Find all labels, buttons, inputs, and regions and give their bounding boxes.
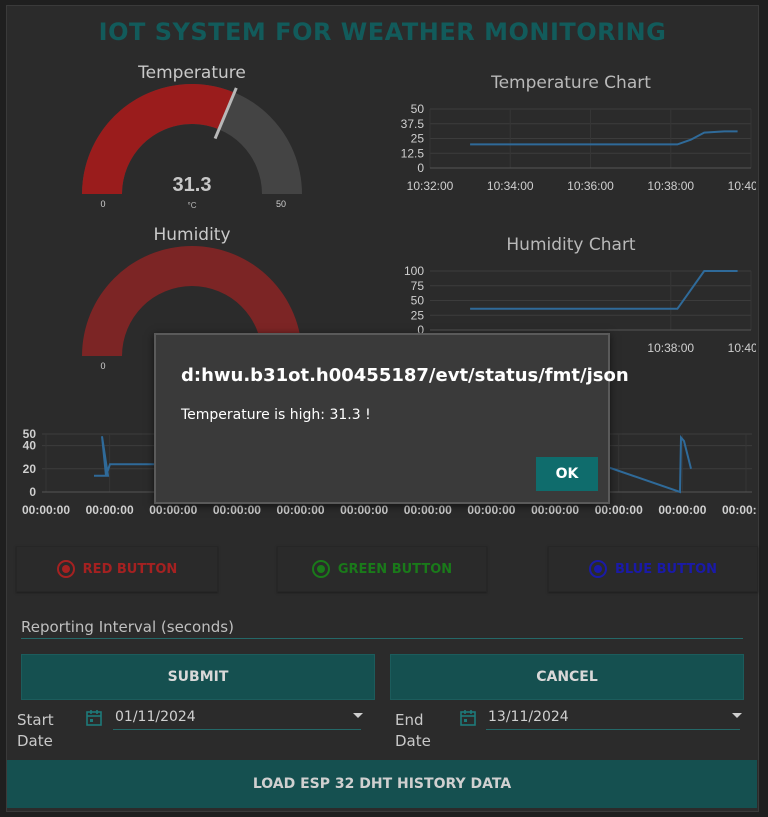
x-tick-label: 00:00:00 — [22, 503, 70, 517]
x-tick-label: 10:34:00 — [487, 179, 534, 193]
chevron-down-icon[interactable] — [731, 712, 743, 720]
cancel-button[interactable]: CANCEL — [390, 654, 744, 700]
x-tick-label: 00:00:00 — [722, 503, 756, 517]
x-tick-label: 00:00:00 — [213, 503, 261, 517]
y-tick-label: 50 — [411, 102, 425, 116]
calendar-icon[interactable] — [459, 709, 477, 727]
x-tick-label: 00:00:00 — [658, 503, 706, 517]
y-tick-label: 0 — [417, 161, 424, 175]
submit-button[interactable]: SUBMIT — [21, 654, 375, 700]
humidity-chart-title: Humidity Chart — [506, 235, 636, 255]
temperature-gauge: 31.3 °C 0 50 — [82, 84, 302, 210]
calendar-icon[interactable] — [85, 709, 103, 727]
humidity-gauge-title: Humidity — [153, 225, 231, 245]
chevron-down-icon[interactable] — [352, 712, 364, 720]
load-history-button[interactable]: LOAD ESP 32 DHT HISTORY DATA — [7, 760, 757, 808]
interval-underline — [21, 638, 743, 639]
x-tick-label: 00:00:00 — [595, 503, 643, 517]
green-button-label: GREEN BUTTON — [337, 561, 453, 577]
green-button[interactable]: GREEN BUTTON — [277, 546, 487, 592]
start-date-underline — [113, 729, 361, 730]
x-tick-label: 00:00:00 — [149, 503, 197, 517]
x-tick-label: 00:00:00 — [340, 503, 388, 517]
temperature-gauge-value: 31.3 — [173, 174, 212, 196]
y-tick-label: 40 — [23, 439, 37, 453]
temperature-gauge-unit: °C — [188, 201, 197, 210]
start-date-input[interactable]: 01/11/2024 — [115, 709, 196, 725]
x-tick-label: 10:32:00 — [407, 179, 454, 193]
blue-radio-icon — [588, 560, 607, 578]
page-title: IOT SYSTEM FOR WEATHER MONITORING — [98, 18, 667, 46]
y-tick-label: 25 — [411, 132, 425, 146]
alert-title: d:hwu.b31ot.h00455187/evt/status/fmt/jso… — [181, 365, 629, 386]
y-tick-label: 37.5 — [401, 117, 425, 131]
red-radio-icon — [56, 560, 75, 578]
temperature-chart: 5037.52512.50 10:32:00 10:34:00 10:36:00 10:… — [401, 102, 756, 193]
y-tick-label: 100 — [404, 264, 424, 278]
y-tick-label: 50 — [411, 294, 425, 308]
alert-message: Temperature is high: 31.3 ! — [181, 407, 371, 423]
temperature-gauge-fill — [82, 84, 235, 194]
y-tick-label: 0 — [29, 485, 36, 499]
x-tick-label: 10:40:00 — [728, 179, 756, 193]
y-tick-label: 25 — [411, 308, 425, 322]
series-line — [470, 270, 738, 310]
y-tick-label: 12.5 — [401, 146, 425, 160]
x-tick-label: 10:36:00 — [567, 179, 614, 193]
ok-button[interactable]: OK — [536, 457, 598, 491]
temperature-gauge-title: Temperature — [138, 63, 246, 83]
x-tick-label: 00:00:00 — [467, 503, 515, 517]
temperature-gauge-min: 0 — [100, 199, 105, 209]
x-tick-label: 10:40:00 — [728, 341, 756, 355]
x-tick-label: 00:00:00 — [531, 503, 579, 517]
end-date-label: End Date — [395, 711, 431, 750]
x-tick-label: 00:00:00 — [277, 503, 325, 517]
green-radio-icon — [311, 560, 330, 578]
alert-dialog: d:hwu.b31ot.h00455187/evt/status/fmt/jso… — [154, 333, 629, 504]
y-tick-label: 75 — [411, 279, 425, 293]
humidity-gauge-min: 0 — [100, 361, 105, 371]
x-tick-label: 10:38:00 — [647, 179, 694, 193]
x-tick-label: 00:00:00 — [404, 503, 452, 517]
end-date-underline — [486, 729, 740, 730]
blue-button-label: BLUE BUTTON — [614, 561, 718, 577]
red-button[interactable]: RED BUTTON — [16, 546, 218, 592]
blue-button[interactable]: BLUE BUTTON — [548, 546, 758, 592]
y-tick-label: 20 — [23, 462, 37, 476]
x-tick-label: 10:38:00 — [647, 341, 694, 355]
start-date-label: Start Date — [17, 711, 54, 750]
temperature-gauge-max: 50 — [276, 199, 286, 209]
x-tick-label: 00:00:00 — [86, 503, 134, 517]
temperature-chart-title: Temperature Chart — [491, 73, 651, 93]
red-button-label: RED BUTTON — [82, 561, 178, 577]
end-date-input[interactable]: 13/11/2024 — [488, 709, 569, 725]
interval-input[interactable]: Reporting Interval (seconds) — [21, 618, 234, 636]
